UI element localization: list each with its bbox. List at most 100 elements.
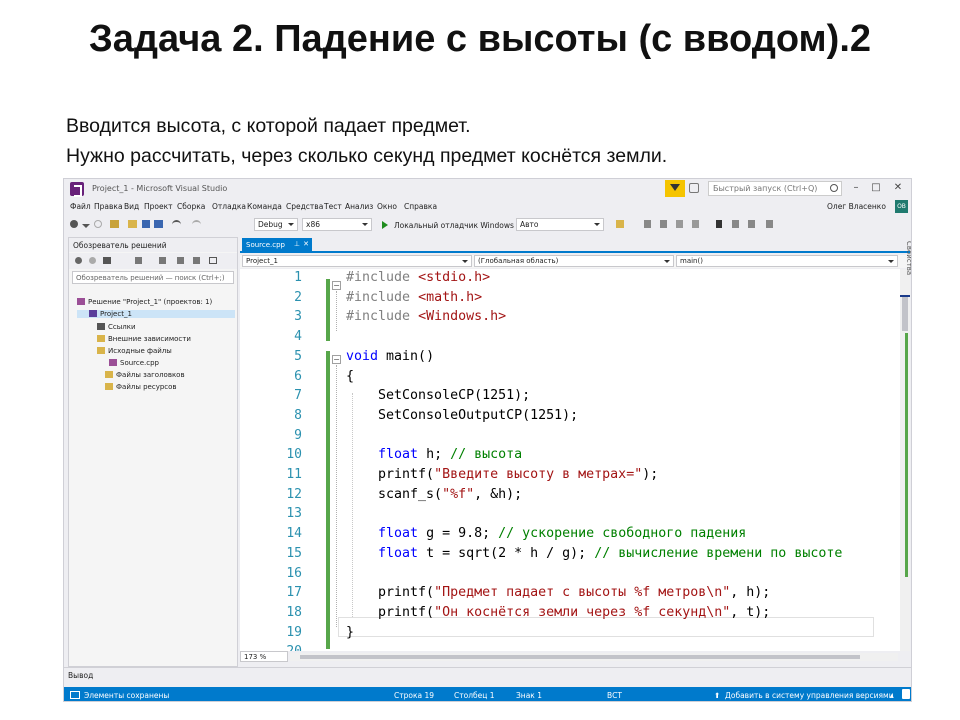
tree-label: Внешние зависимости [108,335,191,343]
tree-source-cpp[interactable]: Source.cpp [109,359,159,367]
debugger-button[interactable]: Локальный отладчик Windows [394,221,514,230]
pin-icon[interactable]: ⊥ [294,240,300,248]
tree-label: Source.cpp [120,359,160,367]
open-file-icon[interactable] [128,220,137,228]
forward-icon[interactable] [94,220,102,228]
properties-side-tab[interactable]: Свойства [901,241,911,341]
platform-select[interactable]: x86 [302,218,372,231]
start-debugging-icon[interactable] [382,221,388,229]
notifications-icon[interactable] [689,183,699,193]
menu-debug[interactable]: Отладка [212,202,246,211]
forward-icon[interactable] [89,257,96,264]
configuration-select[interactable]: Debug [254,218,298,231]
tree-resource-files[interactable]: Файлы ресурсов [105,383,177,391]
nav-project-select[interactable]: Project_1 [242,255,472,267]
menu-build[interactable]: Сборка [177,202,205,211]
solution-explorer-toolbar [69,253,237,269]
menu-team[interactable]: Команда [247,202,282,211]
code-line[interactable]: } [346,625,354,640]
folder-icon [105,383,113,390]
nav-scope-select[interactable]: (Глобальная область) [474,255,674,267]
menu-edit[interactable]: Правка [94,202,123,211]
horizontal-scrollbar[interactable] [290,653,898,661]
code-line[interactable]: scanf_s("%f", &h); [346,487,522,502]
bookmark-icon[interactable] [716,220,722,228]
uncomment-icon[interactable] [660,220,667,228]
menu-window[interactable]: Окно [377,202,397,211]
nav-member-select[interactable]: main() [676,255,898,267]
menu-project[interactable]: Проект [144,202,173,211]
outdent-icon[interactable] [692,220,699,228]
user-name[interactable]: Олег Власенко [827,202,886,211]
chevron-up-icon[interactable]: ▴ [890,691,894,700]
menu-tools[interactable]: Средства [286,202,323,211]
code-editor[interactable]: 1234567891011121314151617181920 − − #inc… [240,269,900,651]
menu-file[interactable]: Файл [70,202,91,211]
code-line[interactable]: SetConsoleOutputCP(1251); [346,408,578,423]
properties-icon[interactable] [193,257,200,264]
quick-launch-input[interactable]: Быстрый запуск (Ctrl+Q) [708,181,842,196]
indent-guide [352,393,353,617]
tree-solution[interactable]: Решение "Project_1" (проектов: 1) [77,298,212,306]
home-icon[interactable] [103,257,111,264]
collapse-icon[interactable] [159,257,166,264]
code-line[interactable]: printf("Предмет падает с высоты %f метро… [346,585,770,600]
code-line[interactable]: float h; // высота [346,447,522,462]
tree-project[interactable]: Project_1 [77,310,235,318]
current-line-highlight [338,617,874,637]
save-icon[interactable] [142,220,150,228]
collapse-icon[interactable]: − [332,355,341,364]
code-line[interactable]: float g = 9.8; // ускорение свободного п… [346,526,746,541]
comment-icon[interactable] [644,220,651,228]
tree-external-deps[interactable]: Внешние зависимости [97,335,191,343]
close-button[interactable]: ✕ [892,182,904,194]
code-line[interactable]: void main() [346,349,434,364]
preview-icon[interactable] [209,257,217,264]
line-number: 6 [294,368,302,384]
code-line[interactable]: printf("Введите высоту в метрах="); [346,467,658,482]
code-line[interactable]: float t = sqrt(2 * h / g); // вычисление… [346,546,842,561]
prev-bookmark-icon[interactable] [732,220,739,228]
scroll-thumb[interactable] [300,655,860,659]
back-dropdown-icon[interactable] [82,224,90,228]
code-line[interactable]: SetConsoleCP(1251); [346,388,530,403]
notification-icon[interactable] [902,689,910,699]
collapse-icon[interactable]: − [332,281,341,290]
close-icon[interactable]: ✕ [303,240,309,248]
source-control-button[interactable]: Добавить в систему управления версиями [725,691,894,700]
menu-test[interactable]: Тест [324,202,342,211]
hot-reload-icon[interactable] [616,220,624,228]
sync-icon[interactable] [135,257,142,264]
code-line[interactable]: #include <Windows.h> [346,309,506,324]
feedback-filter-icon[interactable] [665,180,685,197]
tree-header-files[interactable]: Файлы заголовков [105,371,185,379]
clear-bookmarks-icon[interactable] [766,220,773,228]
show-all-icon[interactable] [177,257,184,264]
code-line[interactable]: { [346,369,354,384]
menu-view[interactable]: Вид [124,202,139,211]
next-bookmark-icon[interactable] [748,220,755,228]
tree-source-files[interactable]: Исходные файлы [97,347,172,355]
back-icon[interactable] [75,257,82,264]
minimize-button[interactable]: – [850,182,862,194]
maximize-button[interactable]: □ [870,182,882,194]
save-all-icon[interactable] [154,220,163,228]
zoom-select[interactable]: 173 % [240,651,288,662]
back-icon[interactable] [70,220,78,228]
tab-source-cpp[interactable]: Source.cpp ⊥ ✕ [242,238,312,252]
code-line[interactable]: printf("Он коснётся земли через %f секун… [346,605,770,620]
undo-icon[interactable] [172,220,181,227]
indent-icon[interactable] [676,220,683,228]
redo-icon[interactable] [192,220,201,227]
menu-help[interactable]: Справка [404,202,437,211]
code-line[interactable]: #include <math.h> [346,290,482,305]
code-line[interactable]: #include <stdio.h> [346,270,490,285]
solution-search-input[interactable]: Обозреватель решений — поиск (Ctrl+;) [72,271,234,284]
folder-icon [97,335,105,342]
output-panel-title[interactable]: Вывод [64,667,911,681]
menu-analyze[interactable]: Анализ [345,202,373,211]
tree-references[interactable]: Ссылки [97,323,136,331]
target-select[interactable]: Авто [516,218,604,231]
new-project-icon[interactable] [110,220,119,228]
avatar[interactable]: OB [895,200,908,213]
